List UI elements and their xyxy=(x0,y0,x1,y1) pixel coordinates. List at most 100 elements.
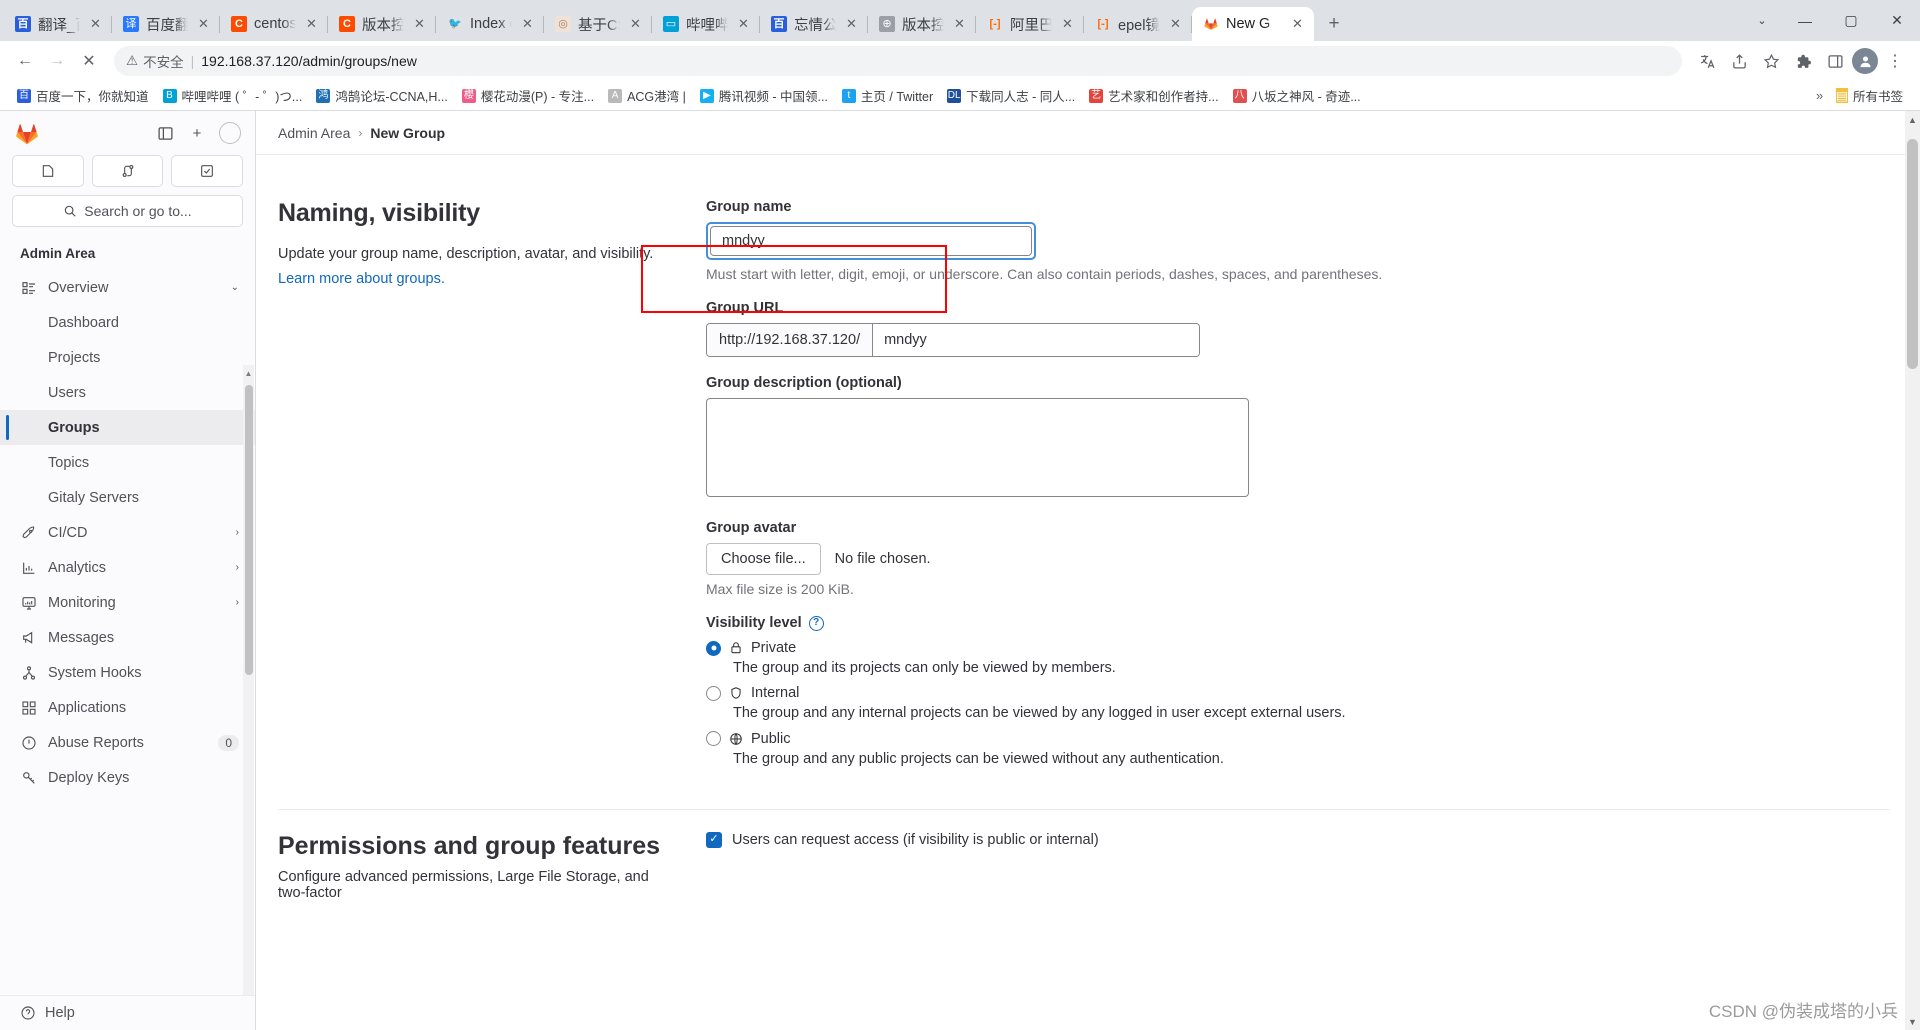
browser-tab[interactable]: ◎ 基于CS ✕ xyxy=(544,7,652,41)
tab-close-icon[interactable]: ✕ xyxy=(1289,16,1306,33)
page-scroll-down-arrow-icon[interactable]: ▼ xyxy=(1905,1013,1920,1030)
sidebar-item-applications[interactable]: Applications xyxy=(0,690,255,725)
kebab-menu-icon[interactable]: ⋮ xyxy=(1880,46,1910,76)
browser-tab-active[interactable]: New G ✕ xyxy=(1192,7,1314,41)
create-new-button[interactable]: + xyxy=(183,119,211,147)
sidebar-item-dashboard[interactable]: Dashboard xyxy=(0,305,255,340)
chevron-right-icon[interactable]: › xyxy=(236,562,239,573)
tab-search-chevron-icon[interactable]: ⌄ xyxy=(1742,0,1782,41)
merge-requests-button[interactable] xyxy=(91,155,164,187)
help-circle-icon[interactable]: ? xyxy=(808,615,824,631)
learn-more-link[interactable]: Learn more about groups. xyxy=(278,271,445,287)
bookmark-item[interactable]: 百 百度一下，你就知道 xyxy=(10,84,156,107)
page-scrollbar[interactable]: ▲ ▼ xyxy=(1905,111,1920,1030)
tab-close-icon[interactable]: ✕ xyxy=(843,16,860,33)
sidebar-item-cicd[interactable]: CI/CD › xyxy=(0,515,255,550)
browser-tab[interactable]: C centos ✕ xyxy=(220,7,328,41)
browser-tab[interactable]: 百 忘情公 ✕ xyxy=(760,7,868,41)
bookmark-item[interactable]: 鸿 鸿鹄论坛-CCNA,H... xyxy=(309,84,455,107)
sidebar-toggle-icon[interactable] xyxy=(151,119,179,147)
bookmark-item[interactable]: B 哔哩哔哩 ( ゜- ゜)つ... xyxy=(156,84,310,107)
sidebar-item-help[interactable]: Help xyxy=(0,995,255,1030)
bookmarks-overflow-button[interactable]: » xyxy=(1810,86,1829,105)
sidebar-item-system-hooks[interactable]: System Hooks xyxy=(0,655,255,690)
sidebar-item-groups[interactable]: Groups xyxy=(0,410,255,445)
tab-close-icon[interactable]: ✕ xyxy=(1167,16,1184,33)
browser-tab[interactable]: 🐦 Index of ✕ xyxy=(436,7,544,41)
browser-tab[interactable]: ▭ 哔哩哔 ✕ xyxy=(652,7,760,41)
tab-close-icon[interactable]: ✕ xyxy=(303,16,320,33)
sidebar-scrollbar[interactable]: ▲ ▼ xyxy=(243,365,254,995)
bookmark-item[interactable]: 八 八坂之神风 - 奇迹... xyxy=(1226,84,1368,107)
browser-tab[interactable]: [-] 阿里巴 ✕ xyxy=(976,7,1084,41)
radio-internal[interactable] xyxy=(706,685,721,701)
profile-icon[interactable] xyxy=(1852,48,1878,74)
tab-close-icon[interactable]: ✕ xyxy=(87,16,104,33)
sidebar-item-analytics[interactable]: Analytics › xyxy=(0,550,255,585)
bookmark-item[interactable]: t 主页 / Twitter xyxy=(835,84,940,107)
sidebar-item-deploy-keys[interactable]: Deploy Keys xyxy=(0,760,255,795)
browser-tab[interactable]: 译 百度翻译 ✕ xyxy=(112,7,220,41)
issues-button[interactable] xyxy=(12,155,84,187)
browser-tab[interactable]: [-] epel镜 ✕ xyxy=(1084,7,1192,41)
user-avatar[interactable] xyxy=(219,122,241,144)
sidebar-item-users[interactable]: Users xyxy=(0,375,255,410)
chevron-right-icon[interactable]: › xyxy=(236,597,239,608)
bookmark-item[interactable]: DL 下载同人志 - 同人... xyxy=(940,84,1082,107)
sidebar-scrollbar-thumb[interactable] xyxy=(245,385,253,675)
chevron-right-icon[interactable]: › xyxy=(236,527,239,538)
bookmark-item[interactable]: 艺 艺术家和创作者持... xyxy=(1082,84,1225,107)
radio-public[interactable] xyxy=(706,731,721,747)
tab-close-icon[interactable]: ✕ xyxy=(1059,16,1076,33)
sidebar-item-projects[interactable]: Projects xyxy=(0,340,255,375)
browser-tab[interactable]: ⊕ 版本控 ✕ xyxy=(868,7,976,41)
tab-close-icon[interactable]: ✕ xyxy=(627,16,644,33)
browser-tab[interactable]: 百 翻译_百 ✕ xyxy=(4,7,112,41)
group-name-input[interactable] xyxy=(710,226,1032,256)
tab-close-icon[interactable]: ✕ xyxy=(519,16,536,33)
close-window-button[interactable]: ✕ xyxy=(1874,0,1920,41)
maximize-button[interactable]: ▢ xyxy=(1828,0,1874,41)
bookmark-item[interactable]: 櫻 樱花动漫(P) - 专注... xyxy=(455,84,601,107)
page-scrollbar-thumb[interactable] xyxy=(1907,139,1918,369)
sidebar-item-abuse-reports[interactable]: Abuse Reports 0 xyxy=(0,725,255,760)
scroll-up-arrow-icon[interactable]: ▲ xyxy=(243,365,254,381)
radio-private[interactable] xyxy=(706,640,721,656)
stop-loading-button[interactable]: ✕ xyxy=(74,46,104,76)
group-url-input[interactable] xyxy=(873,324,1199,356)
browser-tab[interactable]: C 版本控 ✕ xyxy=(328,7,436,41)
tab-close-icon[interactable]: ✕ xyxy=(735,16,752,33)
tab-close-icon[interactable]: ✕ xyxy=(411,16,428,33)
visibility-option-internal[interactable]: Internal xyxy=(706,685,1476,701)
minimize-button[interactable]: — xyxy=(1782,0,1828,41)
todos-button[interactable] xyxy=(171,155,244,187)
visibility-option-public[interactable]: Public xyxy=(706,731,1476,747)
request-access-row[interactable]: ✓ Users can request access (if visibilit… xyxy=(706,831,1099,848)
sidebar-item-gitaly-servers[interactable]: Gitaly Servers xyxy=(0,480,255,515)
request-access-checkbox[interactable]: ✓ xyxy=(706,831,722,848)
breadcrumb-admin-area[interactable]: Admin Area xyxy=(278,125,350,141)
share-icon[interactable] xyxy=(1724,46,1754,76)
gitlab-logo[interactable] xyxy=(14,120,40,146)
bookmark-item[interactable]: ▶ 腾讯视频 - 中国领... xyxy=(693,84,835,107)
new-tab-button[interactable]: + xyxy=(1320,10,1348,38)
sidebar-item-monitoring[interactable]: Monitoring › xyxy=(0,585,255,620)
choose-file-button[interactable]: Choose file... xyxy=(706,543,821,575)
sidebar-item-messages[interactable]: Messages xyxy=(0,620,255,655)
side-panel-icon[interactable] xyxy=(1820,46,1850,76)
search-input[interactable]: Search or go to... xyxy=(12,195,243,227)
not-secure-indicator[interactable]: ⚠ 不安全 xyxy=(126,51,184,71)
forward-button[interactable]: → xyxy=(42,46,72,76)
address-bar[interactable]: ⚠ 不安全 | 192.168.37.120/admin/groups/new xyxy=(114,46,1682,76)
sidebar-item-overview[interactable]: Overview ⌄ xyxy=(0,270,255,305)
bookmark-item[interactable]: A ACG港湾 | xyxy=(601,84,693,107)
all-bookmarks-button[interactable]: ▤ 所有书签 xyxy=(1829,84,1910,107)
puzzle-icon[interactable] xyxy=(1788,46,1818,76)
back-button[interactable]: ← xyxy=(10,46,40,76)
page-scroll-up-arrow-icon[interactable]: ▲ xyxy=(1905,111,1920,128)
group-description-textarea[interactable] xyxy=(706,398,1249,497)
visibility-option-private[interactable]: Private xyxy=(706,640,1476,656)
sidebar-item-topics[interactable]: Topics xyxy=(0,445,255,480)
translate-icon[interactable] xyxy=(1692,46,1722,76)
star-icon[interactable] xyxy=(1756,46,1786,76)
